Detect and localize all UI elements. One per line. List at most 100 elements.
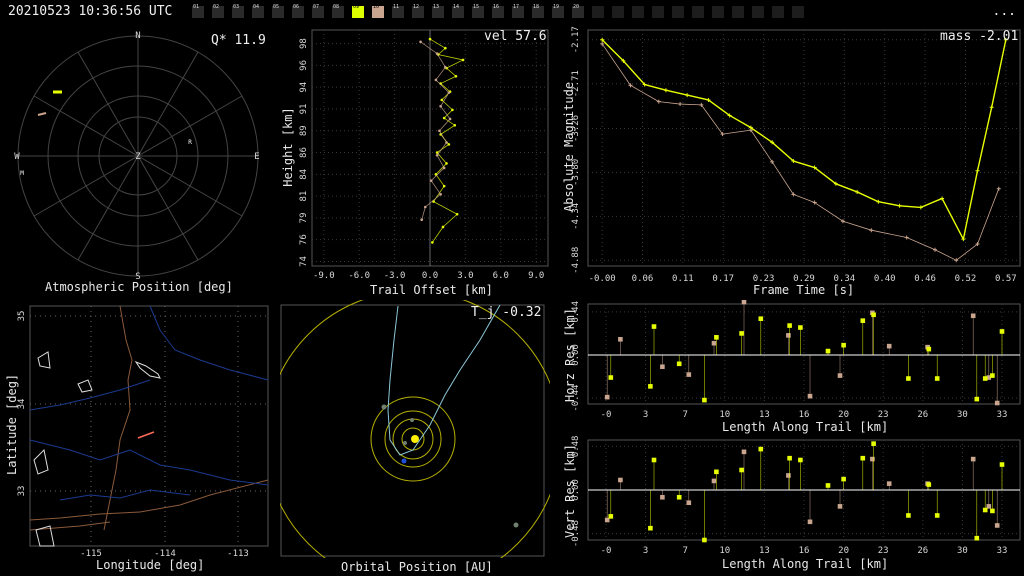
trail-point xyxy=(440,98,444,102)
magnitude-point xyxy=(904,235,909,240)
camera-toggle-14[interactable]: 14 xyxy=(452,5,464,18)
tisserand-readout: T_j -0.32 xyxy=(471,305,542,320)
camera-toggle-20[interactable]: 20 xyxy=(572,5,584,18)
trail-xtick: -9.0 xyxy=(313,271,335,281)
residual-point xyxy=(870,456,875,462)
residual-point xyxy=(934,513,940,518)
east-label: E xyxy=(254,152,259,162)
camera-toggle-08[interactable]: 08 xyxy=(332,5,344,18)
residual-point xyxy=(994,523,1000,528)
camera-label: 04 xyxy=(253,4,260,10)
camera-toggle-10[interactable]: 10 xyxy=(372,4,384,18)
camera-toggle-blank-23[interactable] xyxy=(652,6,664,18)
magnitude-point xyxy=(685,93,690,98)
trail-ytick: 96 xyxy=(299,60,309,71)
residual-point xyxy=(807,393,813,399)
trail-point xyxy=(447,91,451,94)
camera-toggle-blank-26[interactable] xyxy=(712,6,724,18)
camera-toggle-blank-22[interactable] xyxy=(632,6,644,18)
camera-label: 16 xyxy=(493,4,500,10)
residual-point xyxy=(758,446,764,452)
camera-toggle-07[interactable]: 07 xyxy=(312,5,324,18)
residual-xtick: 13 xyxy=(759,546,770,556)
mag-xlabel: Frame Time [s] xyxy=(753,283,855,297)
camera-toggle-09[interactable]: 09 xyxy=(352,4,364,18)
camera-toggle-19[interactable]: 19 xyxy=(552,5,564,18)
magnitude-point xyxy=(897,203,902,208)
residual-point xyxy=(860,455,866,461)
trail-point xyxy=(442,184,446,188)
residual-xtick: 26 xyxy=(917,410,928,420)
camera-selector-strip[interactable]: 01 02 03 04 05 06 07 08 09 10 11 12 13 14 15 16 17 18 19 20 xyxy=(192,4,812,18)
camera-toggle-blank-27[interactable] xyxy=(732,6,744,18)
camera-toggle-05[interactable]: 05 xyxy=(272,5,284,18)
trail-point xyxy=(431,241,434,244)
camera-toggle-blank-21[interactable] xyxy=(612,6,624,18)
residual-xtick: -0 xyxy=(601,546,612,556)
residual-point xyxy=(676,494,682,500)
mag-xtick: 0.11 xyxy=(672,274,694,284)
camera-toggle-12[interactable]: 12 xyxy=(412,5,424,18)
camera-toggle-blank-20[interactable] xyxy=(592,6,604,18)
horizontal-residuals-plot: -0 3 7 10 13 16 20 23 26 30 330.440.00-0.44 xyxy=(571,300,1021,420)
camera-toggle-04[interactable]: 04 xyxy=(252,4,264,18)
mag-xtick: 0.17 xyxy=(712,274,734,284)
residual-xtick: 16 xyxy=(799,546,810,556)
residual-point xyxy=(871,312,876,318)
trail-point xyxy=(448,117,452,121)
trail-ytick: 74 xyxy=(299,256,309,267)
horz-ylabel: Horz Res [km] xyxy=(563,308,577,402)
camera-toggle-blank-28[interactable] xyxy=(752,6,764,18)
camera-toggle-blank-29[interactable] xyxy=(772,6,784,18)
planet-marker xyxy=(410,418,414,422)
camera-toggle-17[interactable]: 17 xyxy=(512,5,524,18)
planet-marker xyxy=(381,404,387,410)
camera-toggle-blank-30[interactable] xyxy=(792,6,804,18)
trail-point xyxy=(435,52,439,55)
station-marker-m: M xyxy=(20,170,24,177)
camera-toggle-blank-25[interactable] xyxy=(692,6,704,18)
camera-toggle-13[interactable]: 13 xyxy=(432,5,444,18)
residual-point xyxy=(676,361,682,367)
menu-button[interactable]: ... xyxy=(993,4,1016,19)
residual-xtick: 7 xyxy=(682,410,687,420)
residual-point xyxy=(886,481,892,486)
residual-point xyxy=(741,449,747,455)
earth-marker xyxy=(401,458,407,464)
camera-label: 10 xyxy=(373,4,380,10)
camera-label: 11 xyxy=(393,4,400,10)
trail-point xyxy=(423,205,427,209)
residual-point xyxy=(714,469,719,475)
camera-toggle-16[interactable]: 16 xyxy=(492,4,504,18)
residual-point xyxy=(871,441,876,446)
residual-point xyxy=(934,376,940,381)
camera-toggle-03[interactable]: 03 xyxy=(232,5,244,18)
camera-toggle-15[interactable]: 15 xyxy=(472,5,484,18)
camera-toggle-18[interactable]: 18 xyxy=(532,5,544,18)
trail-point xyxy=(455,212,459,216)
camera-toggle-blank-24[interactable] xyxy=(672,6,684,18)
planet-marker xyxy=(513,522,519,528)
camera-label: 09 xyxy=(353,4,360,10)
magnitude-series-line xyxy=(601,39,1007,240)
orbit-label: Orbital Position [AU] xyxy=(341,560,493,574)
trail-point xyxy=(434,78,438,82)
camera-toggle-06[interactable]: 06 xyxy=(292,5,304,18)
camera-toggle-11[interactable]: 11 xyxy=(392,4,404,18)
magnitude-point xyxy=(678,102,683,107)
residual-point xyxy=(604,394,610,400)
sun-marker xyxy=(411,435,419,443)
magnitude-point xyxy=(933,247,938,252)
trail-xtick: -6.0 xyxy=(348,271,370,281)
trail-point xyxy=(453,124,457,127)
mag-xtick: 0.06 xyxy=(632,274,654,284)
trail-point xyxy=(438,129,441,133)
residual-point xyxy=(786,333,791,338)
camera-toggle-02[interactable]: 02 xyxy=(212,5,224,18)
camera-toggle-01[interactable]: 01 xyxy=(192,5,204,18)
orbital-position-plot xyxy=(280,300,550,558)
residual-point xyxy=(837,373,843,378)
residual-point xyxy=(739,467,744,473)
residual-point xyxy=(798,457,803,463)
vert-ylabel: Vert Res [km] xyxy=(563,444,577,538)
